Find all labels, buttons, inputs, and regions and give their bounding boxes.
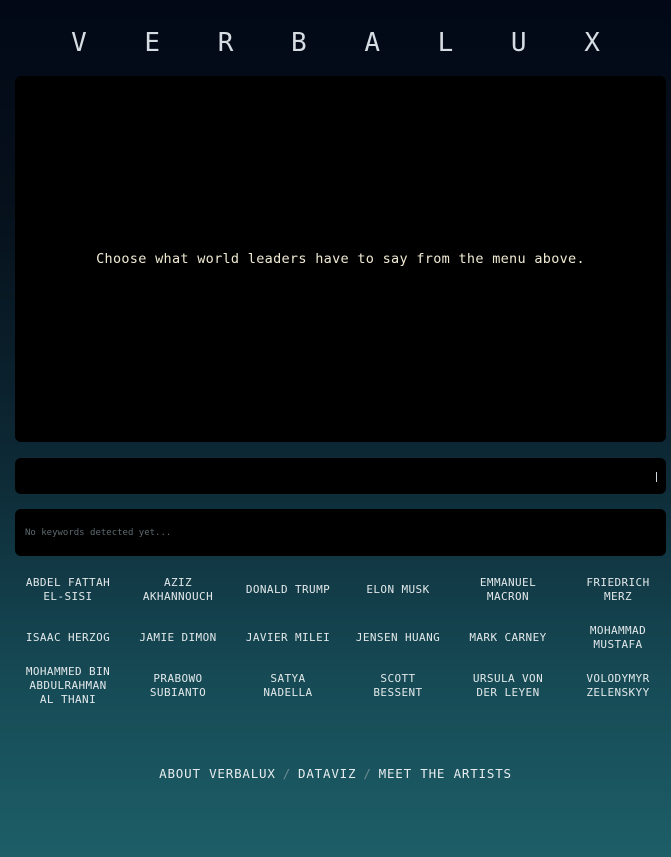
leader-mustafa[interactable]: MOHAMMAD MUSTAFA — [563, 614, 671, 662]
leader-dimon[interactable]: JAMIE DIMON — [123, 614, 233, 662]
footer-separator: / — [282, 766, 292, 781]
leader-merz[interactable]: FRIEDRICH MERZ — [563, 566, 671, 614]
leader-macron[interactable]: EMMANUEL MACRON — [453, 566, 563, 614]
about-link[interactable]: ABOUT VERBALUX — [159, 766, 276, 781]
leader-von-der-leyen[interactable]: URSULA VON DER LEYEN — [453, 662, 563, 710]
leader-nadella[interactable]: SATYA NADELLA — [233, 662, 343, 710]
leader-carney[interactable]: MARK CARNEY — [453, 614, 563, 662]
leader-el-sisi[interactable]: ABDEL FATTAH EL-SISI — [13, 566, 123, 614]
artists-link[interactable]: MEET THE ARTISTS — [379, 766, 512, 781]
leader-menu: ABDEL FATTAH EL-SISI AZIZ AKHANNOUCH DON… — [13, 566, 671, 710]
screen-message: Choose what world leaders have to say fr… — [96, 251, 585, 267]
dataviz-link[interactable]: DATAVIZ — [298, 766, 356, 781]
footer-separator: / — [363, 766, 372, 781]
text-cursor — [656, 472, 657, 482]
leader-trump[interactable]: DONALD TRUMP — [233, 566, 343, 614]
leader-akhannouch[interactable]: AZIZ AKHANNOUCH — [123, 566, 233, 614]
text-input-bar[interactable] — [15, 458, 666, 494]
leader-huang[interactable]: JENSEN HUANG — [343, 614, 453, 662]
leader-bessent[interactable]: SCOTT BESSENT — [343, 662, 453, 710]
footer-nav: ABOUT VERBALUX / DATAVIZ / MEET THE ARTISTS — [0, 766, 671, 781]
display-screen: Choose what world leaders have to say fr… — [15, 76, 666, 442]
keywords-placeholder: No keywords detected yet... — [25, 527, 172, 538]
leader-zelenskyy[interactable]: VOLODYMYR ZELENSKYY — [563, 662, 671, 710]
leader-herzog[interactable]: ISAAC HERZOG — [13, 614, 123, 662]
leader-milei[interactable]: JAVIER MILEI — [233, 614, 343, 662]
leader-subianto[interactable]: PRABOWO SUBIANTO — [123, 662, 233, 710]
leader-musk[interactable]: ELON MUSK — [343, 566, 453, 614]
app-title: V E R B A L U X — [71, 28, 621, 58]
leader-al-thani[interactable]: MOHAMMED BIN ABDULRAHMAN AL THANI — [13, 662, 123, 710]
keywords-panel: No keywords detected yet... — [15, 509, 666, 556]
